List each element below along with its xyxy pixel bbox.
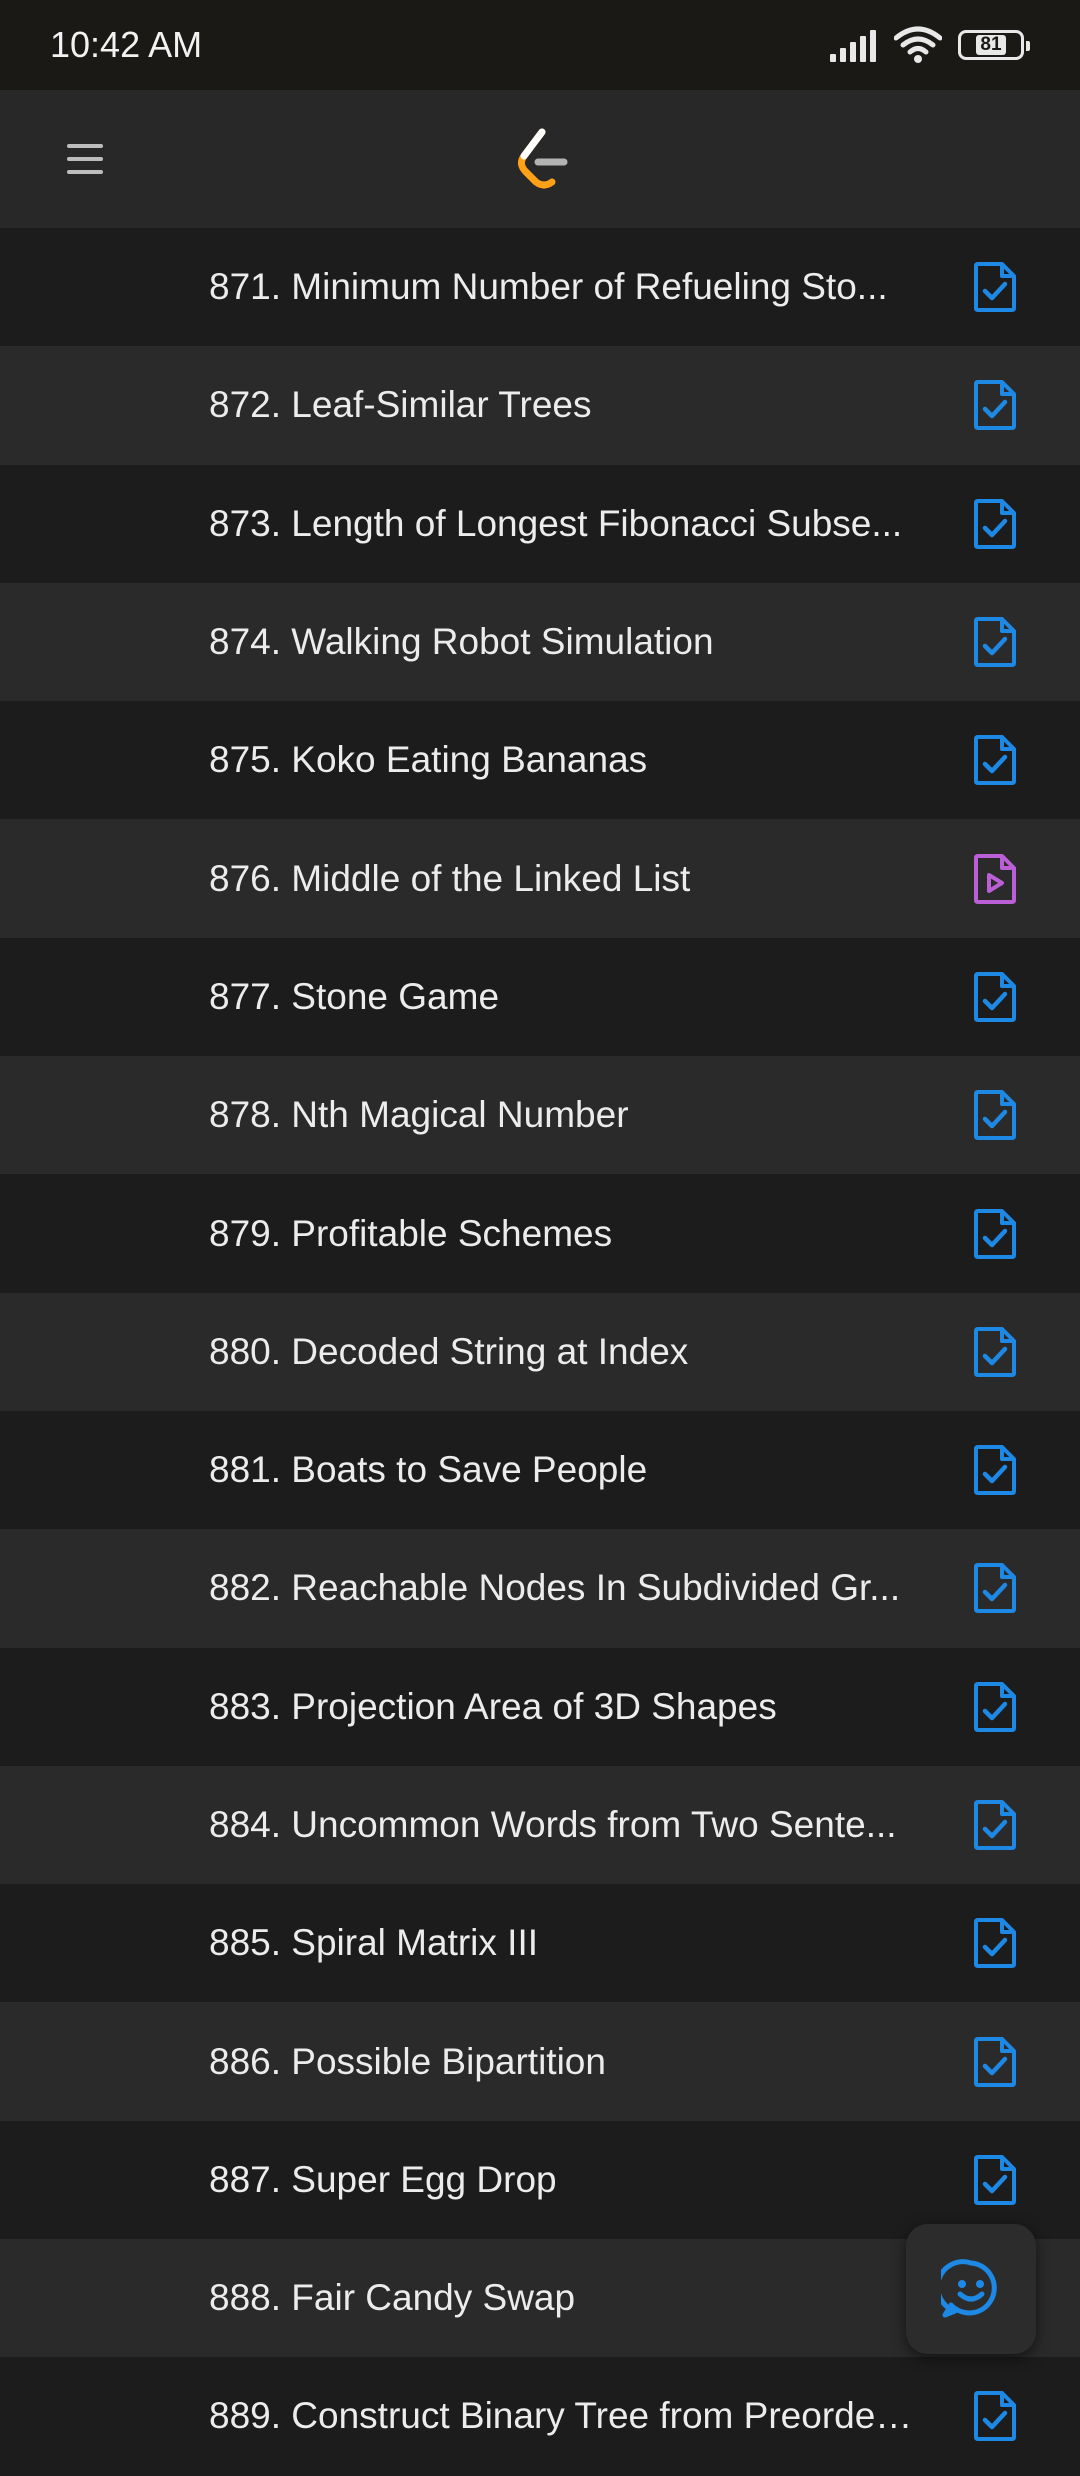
solution-check-icon[interactable] [972, 616, 1018, 668]
problem-row[interactable]: 879. Profitable Schemes [0, 1174, 1080, 1293]
problem-row[interactable]: 885. Spiral Matrix III [0, 1884, 1080, 2003]
solution-check-icon[interactable] [972, 1562, 1018, 1614]
leetcode-logo-icon[interactable] [512, 126, 572, 192]
problem-title: 882. Reachable Nodes In Subdivided Gr... [209, 1567, 901, 1609]
solution-check-icon[interactable] [972, 498, 1018, 550]
solution-check-icon[interactable] [972, 2154, 1018, 2206]
problem-title: 889. Construct Binary Tree from Preorder… [209, 2395, 924, 2437]
solution-check-icon[interactable] [972, 379, 1018, 431]
problem-title: 887. Super Egg Drop [209, 2158, 557, 2200]
status-bar: 10:42 AM 81 [0, 0, 1080, 90]
problem-row[interactable]: 873. Length of Longest Fibonacci Subse..… [0, 464, 1080, 583]
problem-row[interactable]: 886. Possible Bipartition [0, 2002, 1080, 2121]
problem-row[interactable]: 880. Decoded String at Index [0, 1292, 1080, 1411]
solution-check-icon[interactable] [972, 2036, 1018, 2088]
problem-row[interactable]: 874. Walking Robot Simulation [0, 582, 1080, 702]
chat-feedback-button[interactable] [906, 2224, 1036, 2354]
battery-level: 81 [976, 35, 1006, 55]
problem-row[interactable]: 876. Middle of the Linked List [0, 819, 1080, 938]
problem-row[interactable]: 889. Construct Binary Tree from Preorder… [0, 2357, 1080, 2476]
menu-button[interactable] [40, 124, 130, 194]
status-icons: 81 [830, 26, 1030, 64]
problem-row[interactable]: 882. Reachable Nodes In Subdivided Gr... [0, 1529, 1080, 1648]
problem-row[interactable]: 871. Minimum Number of Refueling Sto... [0, 228, 1080, 347]
problem-title: 876. Middle of the Linked List [209, 857, 691, 899]
solution-check-icon[interactable] [972, 1444, 1018, 1496]
problem-row[interactable]: 883. Projection Area of 3D Shapes [0, 1647, 1080, 1766]
problem-row[interactable]: 881. Boats to Save People [0, 1410, 1080, 1530]
problem-title: 873. Length of Longest Fibonacci Subse..… [209, 502, 903, 544]
problem-row[interactable]: 878. Nth Magical Number [0, 1056, 1080, 1175]
problem-title: 872. Leaf-Similar Trees [209, 384, 592, 426]
solution-check-icon[interactable] [972, 1681, 1018, 1733]
problem-title: 875. Koko Eating Bananas [209, 739, 648, 781]
signal-icon [830, 30, 876, 62]
problem-row[interactable]: 872. Leaf-Similar Trees [0, 346, 1080, 465]
problem-title: 886. Possible Bipartition [209, 2040, 606, 2082]
problem-row[interactable]: 884. Uncommon Words from Two Sente... [0, 1765, 1080, 1885]
solution-check-icon[interactable] [972, 1208, 1018, 1260]
problem-title: 874. Walking Robot Simulation [209, 621, 714, 663]
problem-title: 880. Decoded String at Index [209, 1330, 689, 1372]
status-time: 10:42 AM [50, 24, 203, 65]
app-header [0, 90, 1080, 228]
video-solution-icon[interactable] [972, 853, 1018, 905]
problem-title: 878. Nth Magical Number [209, 1094, 629, 1136]
solution-check-icon[interactable] [972, 2390, 1018, 2442]
chat-feedback-icon [941, 2259, 997, 2318]
problem-title: 885. Spiral Matrix III [209, 1922, 539, 1964]
solution-check-icon[interactable] [972, 1917, 1018, 1969]
problem-row[interactable]: 877. Stone Game [0, 937, 1080, 1057]
problem-row[interactable]: 875. Koko Eating Bananas [0, 701, 1080, 820]
battery-icon: 81 [958, 30, 1030, 60]
problem-title: 883. Projection Area of 3D Shapes [209, 1685, 777, 1727]
wifi-icon [894, 26, 942, 63]
hamburger-menu-icon [67, 144, 103, 174]
solution-check-icon[interactable] [972, 1089, 1018, 1141]
solution-check-icon[interactable] [972, 1326, 1018, 1378]
problem-title: 888. Fair Candy Swap [209, 2277, 576, 2319]
problem-title: 884. Uncommon Words from Two Sente... [209, 1804, 897, 1845]
solution-check-icon[interactable] [972, 971, 1018, 1023]
problem-title: 877. Stone Game [209, 975, 500, 1017]
problem-title: 881. Boats to Save People [209, 1449, 648, 1491]
solution-check-icon[interactable] [972, 261, 1018, 313]
solution-check-icon[interactable] [972, 1799, 1018, 1851]
solution-check-icon[interactable] [972, 734, 1018, 786]
problem-title: 879. Profitable Schemes [209, 1212, 613, 1254]
problem-row[interactable]: 887. Super Egg Drop [0, 2120, 1080, 2240]
problem-list: 871. Minimum Number of Refueling Sto... 8… [0, 228, 1080, 2476]
problem-title: 871. Minimum Number of Refueling Sto... [209, 266, 888, 308]
